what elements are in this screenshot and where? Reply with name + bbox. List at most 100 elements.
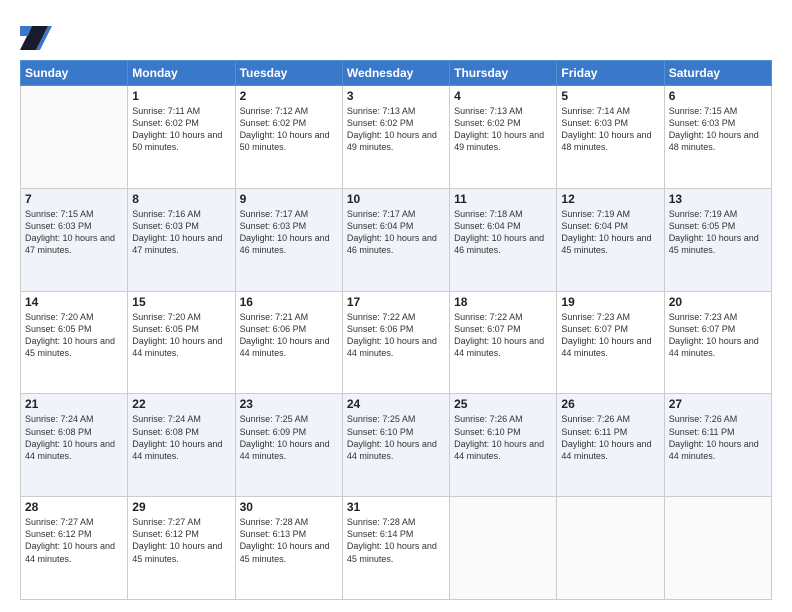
table-row: 11 Sunrise: 7:18 AM Sunset: 6:04 PM Dayl… <box>450 188 557 291</box>
table-row: 21 Sunrise: 7:24 AM Sunset: 6:08 PM Dayl… <box>21 394 128 497</box>
cell-day-number: 13 <box>669 192 767 206</box>
col-wednesday: Wednesday <box>342 61 449 86</box>
table-row: 31 Sunrise: 7:28 AM Sunset: 6:14 PM Dayl… <box>342 497 449 600</box>
table-row: 25 Sunrise: 7:26 AM Sunset: 6:10 PM Dayl… <box>450 394 557 497</box>
cell-day-number: 28 <box>25 500 123 514</box>
cell-info: Sunrise: 7:13 AM Sunset: 6:02 PM Dayligh… <box>454 105 552 154</box>
table-row: 30 Sunrise: 7:28 AM Sunset: 6:13 PM Dayl… <box>235 497 342 600</box>
calendar-week-row: 14 Sunrise: 7:20 AM Sunset: 6:05 PM Dayl… <box>21 291 772 394</box>
cell-info: Sunrise: 7:22 AM Sunset: 6:07 PM Dayligh… <box>454 311 552 360</box>
table-row <box>450 497 557 600</box>
cell-info: Sunrise: 7:17 AM Sunset: 6:03 PM Dayligh… <box>240 208 338 257</box>
cell-day-number: 2 <box>240 89 338 103</box>
cell-day-number: 10 <box>347 192 445 206</box>
table-row: 13 Sunrise: 7:19 AM Sunset: 6:05 PM Dayl… <box>664 188 771 291</box>
cell-day-number: 25 <box>454 397 552 411</box>
cell-day-number: 1 <box>132 89 230 103</box>
table-row: 1 Sunrise: 7:11 AM Sunset: 6:02 PM Dayli… <box>128 86 235 189</box>
table-row: 12 Sunrise: 7:19 AM Sunset: 6:04 PM Dayl… <box>557 188 664 291</box>
page: Sunday Monday Tuesday Wednesday Thursday… <box>0 0 792 612</box>
col-friday: Friday <box>557 61 664 86</box>
cell-info: Sunrise: 7:11 AM Sunset: 6:02 PM Dayligh… <box>132 105 230 154</box>
cell-info: Sunrise: 7:12 AM Sunset: 6:02 PM Dayligh… <box>240 105 338 154</box>
cell-day-number: 8 <box>132 192 230 206</box>
cell-info: Sunrise: 7:15 AM Sunset: 6:03 PM Dayligh… <box>669 105 767 154</box>
table-row: 17 Sunrise: 7:22 AM Sunset: 6:06 PM Dayl… <box>342 291 449 394</box>
cell-info: Sunrise: 7:27 AM Sunset: 6:12 PM Dayligh… <box>25 516 123 565</box>
cell-info: Sunrise: 7:28 AM Sunset: 6:14 PM Dayligh… <box>347 516 445 565</box>
cell-day-number: 29 <box>132 500 230 514</box>
cell-info: Sunrise: 7:24 AM Sunset: 6:08 PM Dayligh… <box>132 413 230 462</box>
table-row: 6 Sunrise: 7:15 AM Sunset: 6:03 PM Dayli… <box>664 86 771 189</box>
cell-day-number: 6 <box>669 89 767 103</box>
cell-day-number: 3 <box>347 89 445 103</box>
cell-info: Sunrise: 7:25 AM Sunset: 6:10 PM Dayligh… <box>347 413 445 462</box>
table-row <box>664 497 771 600</box>
col-tuesday: Tuesday <box>235 61 342 86</box>
cell-day-number: 14 <box>25 295 123 309</box>
cell-day-number: 4 <box>454 89 552 103</box>
table-row: 26 Sunrise: 7:26 AM Sunset: 6:11 PM Dayl… <box>557 394 664 497</box>
table-row: 24 Sunrise: 7:25 AM Sunset: 6:10 PM Dayl… <box>342 394 449 497</box>
col-saturday: Saturday <box>664 61 771 86</box>
table-row: 20 Sunrise: 7:23 AM Sunset: 6:07 PM Dayl… <box>664 291 771 394</box>
cell-day-number: 20 <box>669 295 767 309</box>
cell-day-number: 19 <box>561 295 659 309</box>
calendar-week-row: 1 Sunrise: 7:11 AM Sunset: 6:02 PM Dayli… <box>21 86 772 189</box>
table-row: 8 Sunrise: 7:16 AM Sunset: 6:03 PM Dayli… <box>128 188 235 291</box>
cell-info: Sunrise: 7:23 AM Sunset: 6:07 PM Dayligh… <box>561 311 659 360</box>
table-row: 9 Sunrise: 7:17 AM Sunset: 6:03 PM Dayli… <box>235 188 342 291</box>
cell-day-number: 22 <box>132 397 230 411</box>
table-row <box>557 497 664 600</box>
calendar-week-row: 28 Sunrise: 7:27 AM Sunset: 6:12 PM Dayl… <box>21 497 772 600</box>
table-row: 29 Sunrise: 7:27 AM Sunset: 6:12 PM Dayl… <box>128 497 235 600</box>
table-row: 27 Sunrise: 7:26 AM Sunset: 6:11 PM Dayl… <box>664 394 771 497</box>
col-monday: Monday <box>128 61 235 86</box>
cell-info: Sunrise: 7:22 AM Sunset: 6:06 PM Dayligh… <box>347 311 445 360</box>
cell-info: Sunrise: 7:28 AM Sunset: 6:13 PM Dayligh… <box>240 516 338 565</box>
logo <box>20 22 52 50</box>
table-row: 14 Sunrise: 7:20 AM Sunset: 6:05 PM Dayl… <box>21 291 128 394</box>
cell-info: Sunrise: 7:13 AM Sunset: 6:02 PM Dayligh… <box>347 105 445 154</box>
table-row: 3 Sunrise: 7:13 AM Sunset: 6:02 PM Dayli… <box>342 86 449 189</box>
cell-day-number: 17 <box>347 295 445 309</box>
cell-info: Sunrise: 7:25 AM Sunset: 6:09 PM Dayligh… <box>240 413 338 462</box>
col-sunday: Sunday <box>21 61 128 86</box>
table-row: 5 Sunrise: 7:14 AM Sunset: 6:03 PM Dayli… <box>557 86 664 189</box>
cell-day-number: 31 <box>347 500 445 514</box>
cell-day-number: 18 <box>454 295 552 309</box>
cell-info: Sunrise: 7:26 AM Sunset: 6:10 PM Dayligh… <box>454 413 552 462</box>
cell-day-number: 30 <box>240 500 338 514</box>
table-row: 19 Sunrise: 7:23 AM Sunset: 6:07 PM Dayl… <box>557 291 664 394</box>
header <box>20 18 772 50</box>
cell-info: Sunrise: 7:26 AM Sunset: 6:11 PM Dayligh… <box>669 413 767 462</box>
cell-info: Sunrise: 7:20 AM Sunset: 6:05 PM Dayligh… <box>25 311 123 360</box>
cell-day-number: 24 <box>347 397 445 411</box>
calendar-week-row: 7 Sunrise: 7:15 AM Sunset: 6:03 PM Dayli… <box>21 188 772 291</box>
table-row: 4 Sunrise: 7:13 AM Sunset: 6:02 PM Dayli… <box>450 86 557 189</box>
table-row: 22 Sunrise: 7:24 AM Sunset: 6:08 PM Dayl… <box>128 394 235 497</box>
cell-info: Sunrise: 7:24 AM Sunset: 6:08 PM Dayligh… <box>25 413 123 462</box>
cell-info: Sunrise: 7:23 AM Sunset: 6:07 PM Dayligh… <box>669 311 767 360</box>
calendar-week-row: 21 Sunrise: 7:24 AM Sunset: 6:08 PM Dayl… <box>21 394 772 497</box>
cell-day-number: 9 <box>240 192 338 206</box>
table-row: 7 Sunrise: 7:15 AM Sunset: 6:03 PM Dayli… <box>21 188 128 291</box>
cell-info: Sunrise: 7:26 AM Sunset: 6:11 PM Dayligh… <box>561 413 659 462</box>
table-row: 28 Sunrise: 7:27 AM Sunset: 6:12 PM Dayl… <box>21 497 128 600</box>
table-row: 23 Sunrise: 7:25 AM Sunset: 6:09 PM Dayl… <box>235 394 342 497</box>
cell-info: Sunrise: 7:20 AM Sunset: 6:05 PM Dayligh… <box>132 311 230 360</box>
cell-day-number: 16 <box>240 295 338 309</box>
col-thursday: Thursday <box>450 61 557 86</box>
calendar-table: Sunday Monday Tuesday Wednesday Thursday… <box>20 60 772 600</box>
cell-info: Sunrise: 7:14 AM Sunset: 6:03 PM Dayligh… <box>561 105 659 154</box>
cell-info: Sunrise: 7:16 AM Sunset: 6:03 PM Dayligh… <box>132 208 230 257</box>
cell-day-number: 23 <box>240 397 338 411</box>
table-row: 16 Sunrise: 7:21 AM Sunset: 6:06 PM Dayl… <box>235 291 342 394</box>
table-row: 18 Sunrise: 7:22 AM Sunset: 6:07 PM Dayl… <box>450 291 557 394</box>
table-row <box>21 86 128 189</box>
cell-info: Sunrise: 7:27 AM Sunset: 6:12 PM Dayligh… <box>132 516 230 565</box>
cell-day-number: 5 <box>561 89 659 103</box>
table-row: 15 Sunrise: 7:20 AM Sunset: 6:05 PM Dayl… <box>128 291 235 394</box>
cell-info: Sunrise: 7:17 AM Sunset: 6:04 PM Dayligh… <box>347 208 445 257</box>
cell-day-number: 15 <box>132 295 230 309</box>
